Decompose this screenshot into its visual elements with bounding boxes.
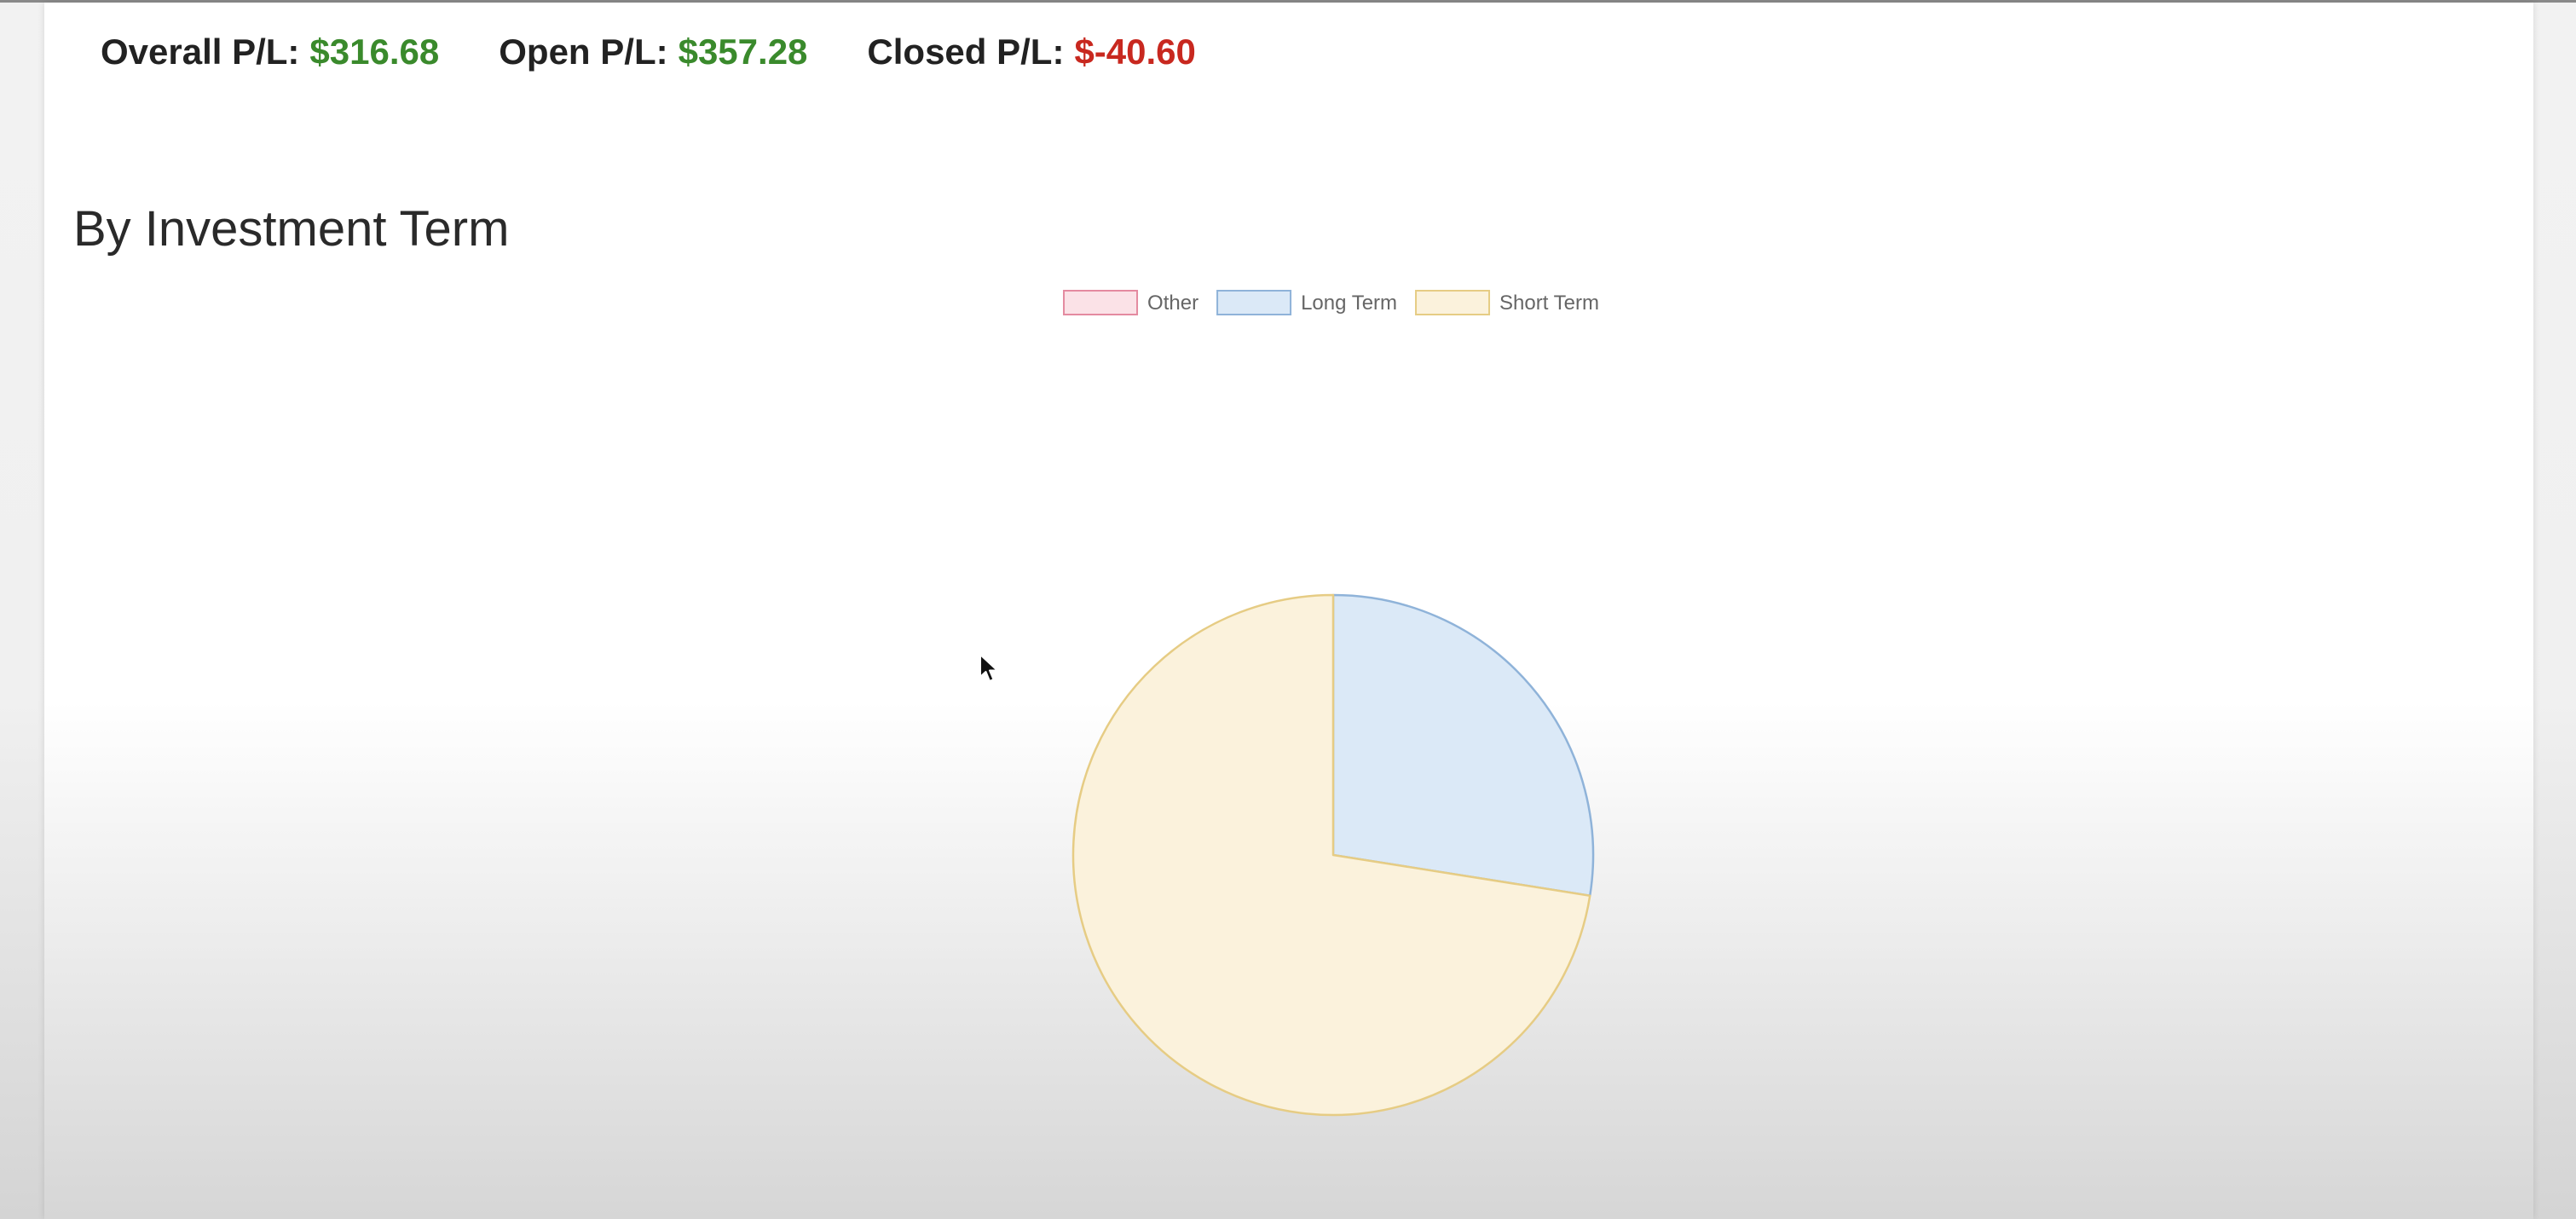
legend-item-other[interactable]: Other [1063,290,1198,315]
legend-label: Short Term [1499,292,1599,315]
dashboard-page: Overall P/L: $316.68 Open P/L: $357.28 Clo… [44,3,2533,1219]
legend-item-long-term[interactable]: Long Term [1216,290,1397,315]
legend-label: Long Term [1301,292,1397,315]
open-pl-value: $357.28 [678,32,808,72]
legend-swatch [1415,290,1491,315]
section-title: By Investment Term [73,201,510,257]
chart-legend: Other Long Term Short Term [1063,290,1599,315]
investment-term-pie-chart: Other Long Term Short Term [1063,290,1599,1117]
legend-label: Other [1147,292,1198,315]
mouse-cursor-icon [979,654,998,682]
open-pl-label: Open P/L: [499,32,668,72]
pl-summary: Overall P/L: $316.68 Open P/L: $357.28 Clo… [101,26,1196,78]
closed-pl: Closed P/L: $-40.60 [867,32,1195,72]
legend-item-short-term[interactable]: Short Term [1415,290,1599,315]
overall-pl-value: $316.68 [309,32,440,72]
pie-slice-long-term[interactable] [1331,593,1595,897]
open-pl: Open P/L: $357.28 [499,32,807,72]
overall-pl: Overall P/L: $316.68 [101,32,439,72]
closed-pl-label: Closed P/L: [867,32,1065,72]
pie-slices [1071,593,1595,1117]
overall-pl-label: Overall P/L: [101,32,300,72]
legend-swatch [1063,290,1139,315]
closed-pl-value: $-40.60 [1074,32,1196,72]
legend-swatch [1216,290,1292,315]
browser-viewport: Overall P/L: $316.68 Open P/L: $357.28 Clo… [0,0,2576,1219]
